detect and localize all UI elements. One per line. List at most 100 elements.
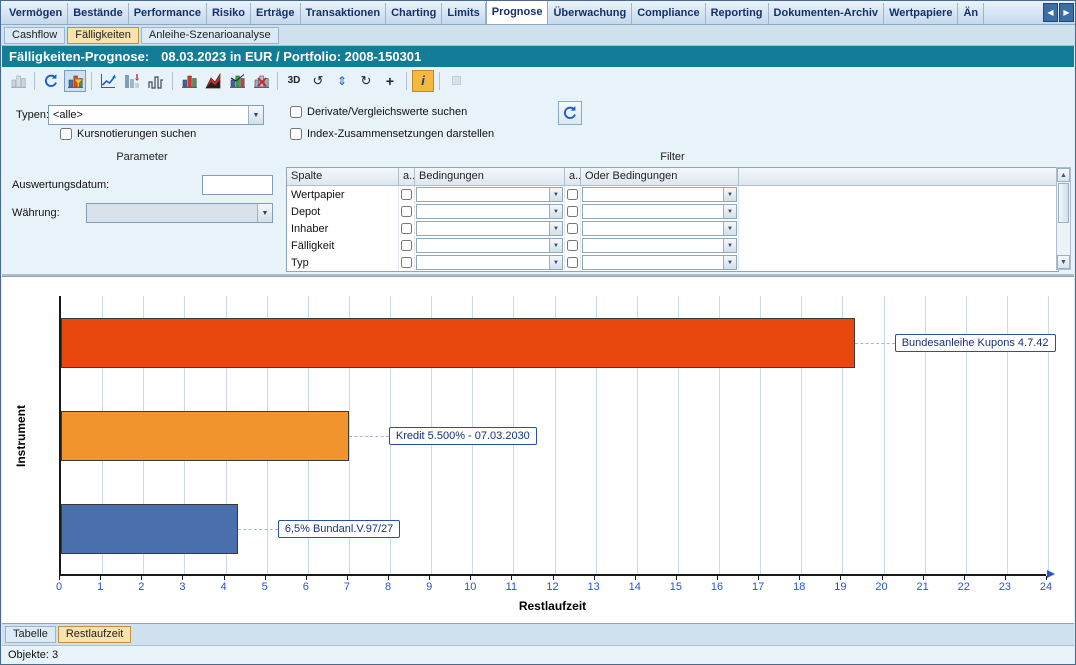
tab-scroll-left-icon[interactable]: ◀ xyxy=(1043,3,1058,22)
main-tab-performance[interactable]: Performance xyxy=(129,3,207,24)
main-tab-aen[interactable]: Än xyxy=(958,3,984,24)
tab-scroll-right-icon[interactable]: ▶ xyxy=(1059,3,1074,22)
x-axis-tick-label: 3 xyxy=(179,581,185,593)
derivate-checkbox[interactable] xyxy=(290,106,302,118)
oder-bedingungen-combo[interactable]: ▼ xyxy=(582,204,737,219)
typen-dropdown[interactable]: <alle> ▼ xyxy=(48,105,264,125)
chart-bar-2[interactable] xyxy=(61,411,349,461)
main-tab-reporting[interactable]: Reporting xyxy=(706,3,769,24)
typen-value: <alle> xyxy=(49,106,248,124)
chevron-down-icon[interactable]: ▼ xyxy=(549,222,562,235)
chevron-down-icon[interactable]: ▼ xyxy=(248,106,263,124)
oder-bedingungen-combo[interactable]: ▼ xyxy=(582,221,737,236)
filter-table-header-3[interactable]: a... xyxy=(565,168,581,185)
area-chart-icon[interactable] xyxy=(202,70,224,92)
plot-area[interactable]: Bundesanleihe Kupons 4.7.42Kredit 5.500%… xyxy=(59,296,1046,576)
index-checkbox[interactable] xyxy=(290,128,302,140)
main-tab-ueberwachung[interactable]: Überwachung xyxy=(548,3,632,24)
bedingung-aktiv-checkbox[interactable] xyxy=(401,257,412,268)
histogram-icon[interactable] xyxy=(145,70,167,92)
chevron-down-icon[interactable]: ▼ xyxy=(257,204,272,222)
main-tab-wertpapiere[interactable]: Wertpapiere xyxy=(884,3,958,24)
x-axis-tick xyxy=(799,576,800,580)
main-tab-risiko[interactable]: Risiko xyxy=(207,3,251,24)
refresh-icon[interactable] xyxy=(40,70,62,92)
toolbar-separator xyxy=(439,72,440,90)
bottom-tab-restlaufzeit[interactable]: Restlaufzeit xyxy=(58,626,131,643)
chevron-down-icon[interactable]: ▼ xyxy=(549,239,562,252)
bedingungen-combo[interactable]: ▼ xyxy=(416,204,563,219)
scroll-up-icon[interactable]: ▲ xyxy=(1057,168,1070,182)
sub-tab-anleihe-szenarioanalyse[interactable]: Anleihe-Szenarioanalyse xyxy=(141,27,279,44)
filter-table-header-2[interactable]: Bedingungen xyxy=(415,168,565,185)
scroll-down-icon[interactable]: ▼ xyxy=(1057,255,1070,269)
chevron-down-icon[interactable]: ▼ xyxy=(723,239,736,252)
filter-table-header-1[interactable]: a... xyxy=(399,168,415,185)
filter-table-header-4[interactable]: Oder Bedingungen xyxy=(581,168,739,185)
chevron-down-icon[interactable]: ▼ xyxy=(723,188,736,201)
bedingungen-combo[interactable]: ▼ xyxy=(416,221,563,236)
kursnotierungen-checkbox[interactable] xyxy=(60,128,72,140)
bottom-tab-tabelle[interactable]: Tabelle xyxy=(5,626,56,643)
oder-bedingungen-combo[interactable]: ▼ xyxy=(582,187,737,202)
bedingung-aktiv-checkbox[interactable] xyxy=(401,240,412,251)
scrollbar-thumb[interactable] xyxy=(1058,183,1069,223)
bedingungen-combo[interactable]: ▼ xyxy=(416,238,563,253)
refresh-filters-button[interactable] xyxy=(558,101,582,125)
x-axis-tick-label: 13 xyxy=(588,581,600,593)
add-icon[interactable]: + xyxy=(379,70,401,92)
chevron-down-icon[interactable]: ▼ xyxy=(549,256,562,269)
delete-chart-icon[interactable] xyxy=(250,70,272,92)
main-tab-dokumenten-archiv[interactable]: Dokumenten-Archiv xyxy=(769,3,885,24)
bedingung-aktiv-checkbox[interactable] xyxy=(401,189,412,200)
main-tab-limits[interactable]: Limits xyxy=(442,3,485,24)
sub-tab-cashflow[interactable]: Cashflow xyxy=(4,27,65,44)
chevron-down-icon[interactable]: ▼ xyxy=(549,188,562,201)
bedingung-aktiv-checkbox[interactable] xyxy=(401,206,412,217)
sort-chart-icon[interactable] xyxy=(121,70,143,92)
chart-filter-icon[interactable] xyxy=(64,70,86,92)
chevron-down-icon[interactable]: ▼ xyxy=(549,205,562,218)
chart-bar-3[interactable] xyxy=(61,504,238,554)
bedingungen-combo[interactable]: ▼ xyxy=(416,187,563,202)
rotate-left-icon[interactable]: ↺ xyxy=(307,70,329,92)
auswertungsdatum-input[interactable] xyxy=(202,175,273,195)
combo-chart-icon[interactable] xyxy=(226,70,248,92)
filter-table-header-0[interactable]: Spalte xyxy=(287,168,399,185)
oder-bedingung-aktiv-checkbox[interactable] xyxy=(567,223,578,234)
oder-bedingungen-combo[interactable]: ▼ xyxy=(582,238,737,253)
move-vertical-icon[interactable]: ⇕ xyxy=(331,70,353,92)
main-tab-ertraege[interactable]: Erträge xyxy=(251,3,301,24)
main-tab-bestaende[interactable]: Bestände xyxy=(68,3,129,24)
toolbar-separator xyxy=(406,72,407,90)
oder-bedingung-aktiv-checkbox[interactable] xyxy=(567,257,578,268)
scrollbar-track[interactable] xyxy=(1057,182,1070,255)
main-tab-vermoegen[interactable]: Vermögen xyxy=(4,3,68,24)
rotate-right-icon[interactable]: ↻ xyxy=(355,70,377,92)
chevron-down-icon[interactable]: ▼ xyxy=(723,222,736,235)
chevron-down-icon[interactable]: ▼ xyxy=(723,205,736,218)
bedingung-aktiv-checkbox[interactable] xyxy=(401,223,412,234)
x-axis-tick-label: 1 xyxy=(97,581,103,593)
oder-bedingung-aktiv-checkbox[interactable] xyxy=(567,240,578,251)
main-tab-transaktionen[interactable]: Transaktionen xyxy=(301,3,387,24)
x-axis-tick xyxy=(100,576,101,580)
x-axis-tick xyxy=(224,576,225,580)
main-tab-charting[interactable]: Charting xyxy=(386,3,442,24)
oder-bedingung-aktiv-checkbox[interactable] xyxy=(567,206,578,217)
bar-chart-icon[interactable] xyxy=(178,70,200,92)
main-tab-prognose[interactable]: Prognose xyxy=(486,0,549,24)
filter-table-scrollbar[interactable]: ▲ ▼ xyxy=(1056,167,1071,270)
info-icon[interactable]: i xyxy=(412,70,434,92)
oder-bedingung-aktiv-checkbox[interactable] xyxy=(567,189,578,200)
oder-bedingungen-combo-cell: ▼ xyxy=(581,237,739,254)
trend-chart-icon[interactable] xyxy=(97,70,119,92)
threed-icon[interactable]: 3D xyxy=(283,70,305,92)
waehrung-dropdown[interactable]: ▼ xyxy=(86,203,273,223)
chart-bar-1[interactable] xyxy=(61,318,855,368)
main-tab-compliance[interactable]: Compliance xyxy=(632,3,705,24)
sub-tab-faelligkeiten[interactable]: Fälligkeiten xyxy=(67,27,139,44)
chevron-down-icon[interactable]: ▼ xyxy=(723,256,736,269)
bedingungen-combo[interactable]: ▼ xyxy=(416,255,563,270)
oder-bedingungen-combo[interactable]: ▼ xyxy=(582,255,737,270)
